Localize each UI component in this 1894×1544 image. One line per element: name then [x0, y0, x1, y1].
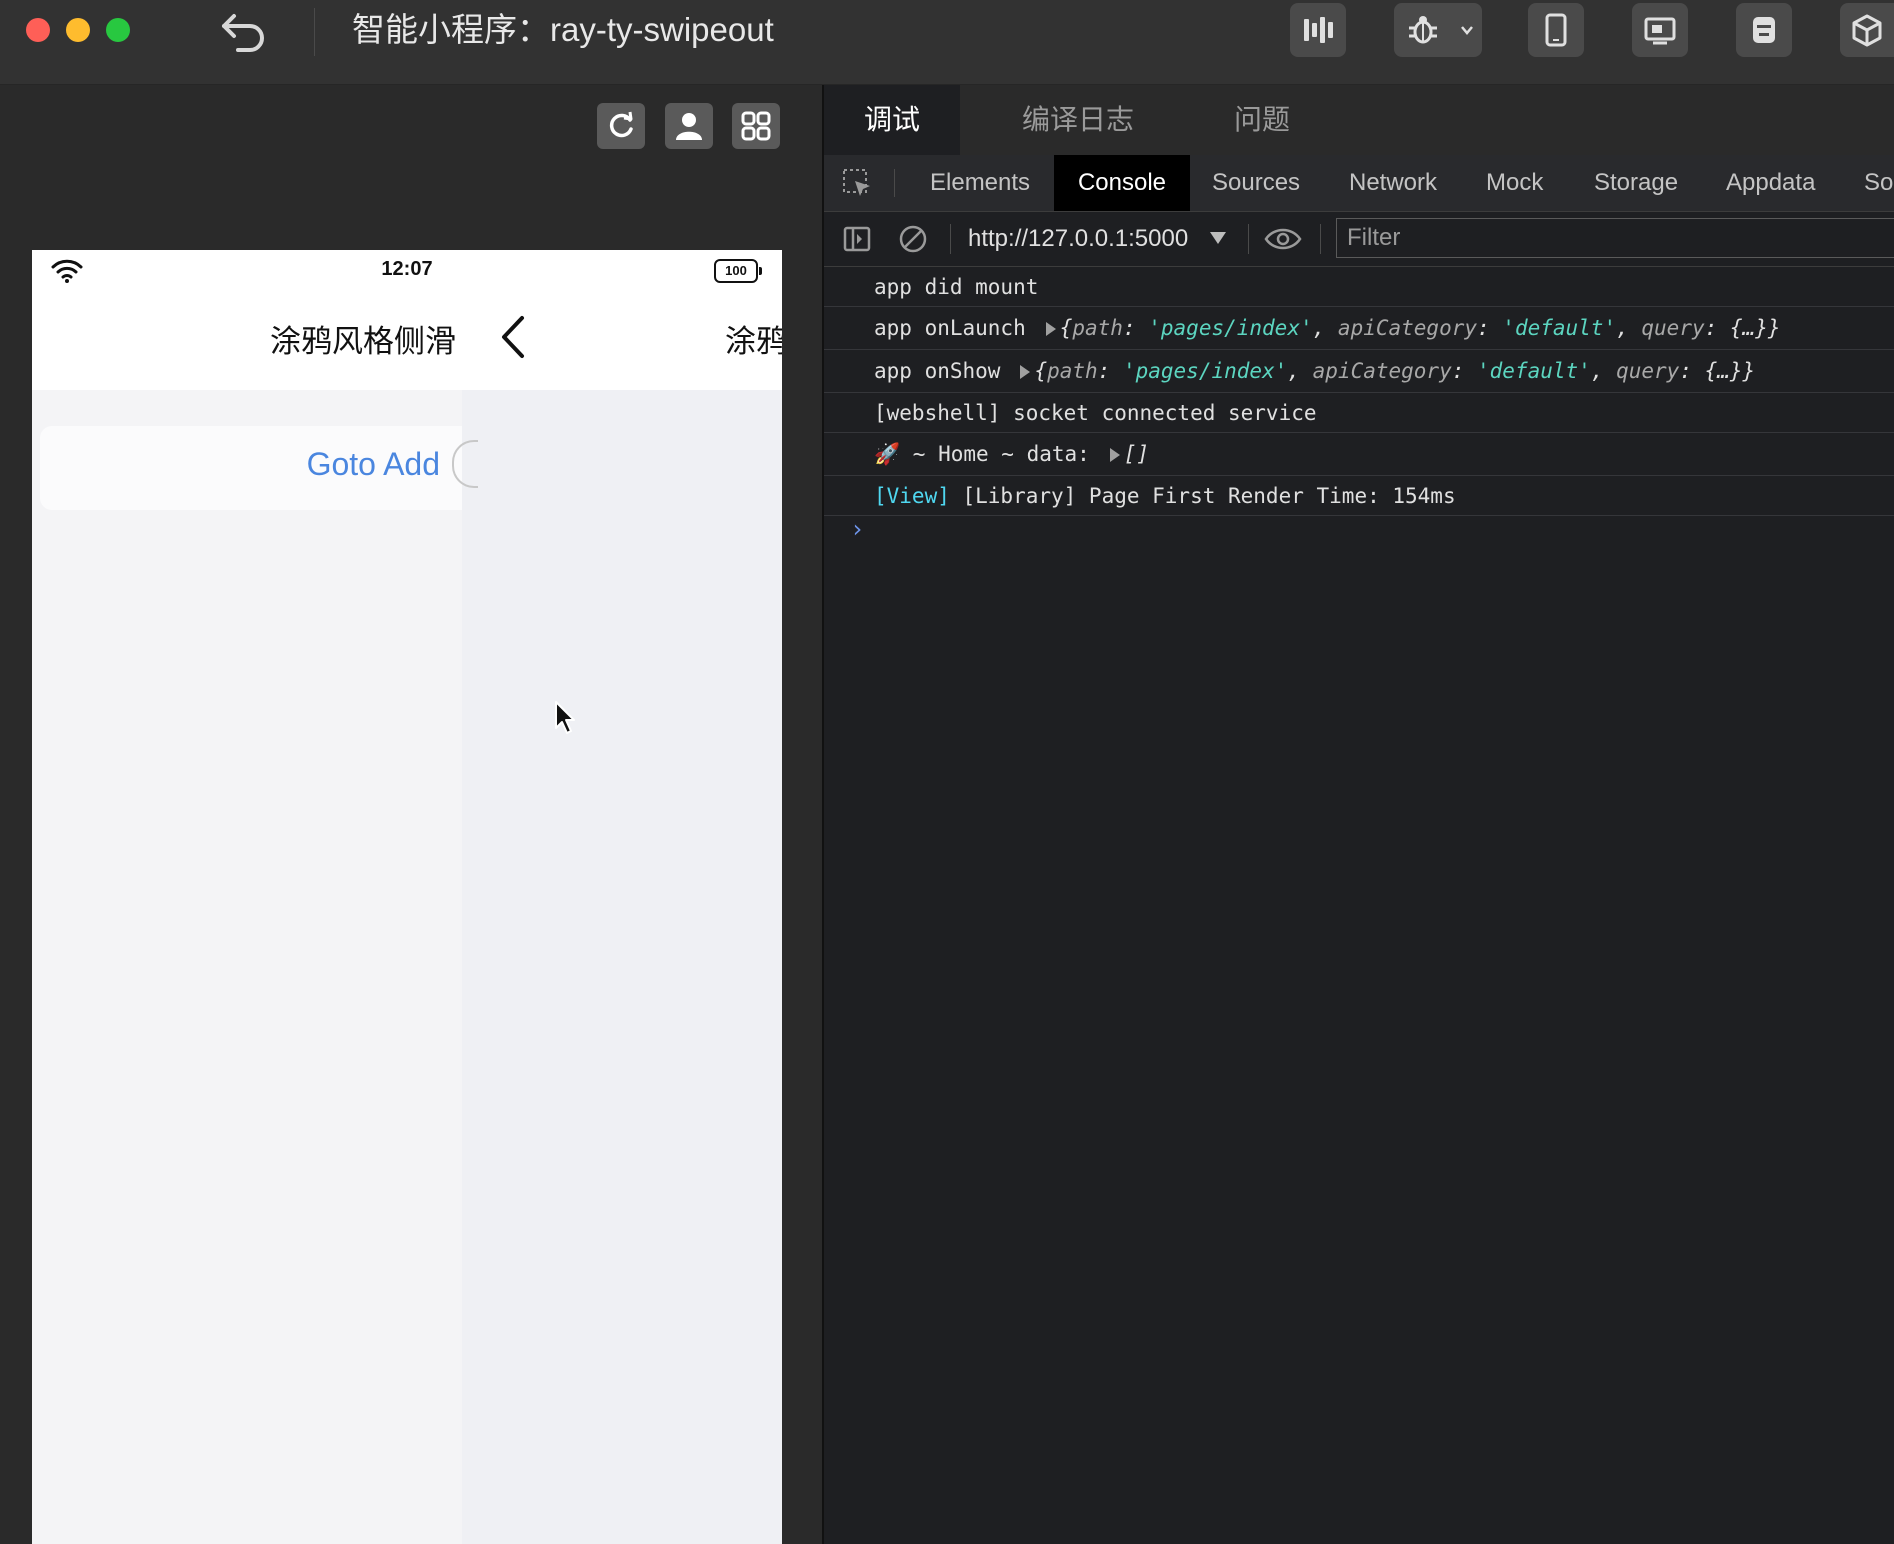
sidebar-toggle-icon[interactable]	[842, 224, 872, 254]
clear-console-icon[interactable]	[898, 224, 928, 254]
phone-screen: 12:07 100 涂鸦风格侧滑 涂鸦 Goto Add	[32, 250, 782, 1544]
log-tag: [View]	[874, 484, 950, 508]
swipeout-cell[interactable]: Goto Add	[40, 426, 462, 510]
robot-icon	[1753, 17, 1775, 43]
transition-page	[462, 390, 782, 1544]
expand-triangle-icon[interactable]	[1020, 365, 1031, 379]
zoom-window-button[interactable]	[106, 18, 130, 42]
status-bar: 12:07 100	[32, 250, 782, 292]
tab-problems[interactable]: 问题	[1234, 85, 1290, 155]
console-toolbar: http://127.0.0.1:5000	[824, 212, 1894, 267]
tab-console[interactable]: Console	[1054, 155, 1190, 211]
console-message: app did mount	[824, 267, 1894, 307]
console-message: 🚀 ~ Home ~ data: []	[824, 433, 1894, 476]
minimize-window-button[interactable]	[66, 18, 90, 42]
log-text: 🚀 ~ Home ~ data:	[874, 442, 1090, 466]
user-icon	[676, 113, 702, 140]
navigation-bar: 涂鸦风格侧滑 涂鸦	[32, 292, 782, 390]
page-title: 涂鸦风格侧滑	[270, 324, 456, 359]
preview-button[interactable]	[1632, 3, 1688, 57]
bug-icon	[1409, 16, 1437, 44]
log-text: app did mount	[874, 275, 1039, 299]
log-text: app onShow	[874, 359, 1001, 383]
account-button[interactable]	[665, 103, 713, 149]
console-message: [View] [Library] Page First Render Time:…	[824, 476, 1894, 516]
toolbar-separator	[950, 224, 951, 254]
battery-icon: 100	[714, 259, 762, 283]
page-content	[32, 390, 462, 1544]
context-dropdown-icon[interactable]	[1210, 232, 1226, 244]
tab-storage[interactable]: Storage	[1594, 155, 1678, 211]
grid-icon	[741, 111, 771, 141]
context-selector[interactable]: http://127.0.0.1:5000	[968, 212, 1188, 266]
back-chevron-icon[interactable]	[494, 310, 534, 364]
goto-add-button[interactable]: Goto Add	[307, 446, 440, 483]
inspect-element-icon[interactable]	[842, 168, 872, 198]
expand-triangle-icon[interactable]	[1109, 448, 1120, 462]
console-message: [webshell] socket connected service	[824, 393, 1894, 433]
cube-icon	[1852, 14, 1882, 47]
eye-icon[interactable]	[1264, 224, 1302, 254]
expand-triangle-icon[interactable]	[1045, 322, 1056, 336]
robot-button[interactable]	[1736, 3, 1792, 57]
sliders-icon	[1304, 17, 1333, 43]
tab-overflow[interactable]: So	[1864, 155, 1893, 211]
tab-mock[interactable]: Mock	[1486, 155, 1543, 211]
tab-elements[interactable]: Elements	[930, 155, 1030, 211]
devtools-panel-tabs: Elements Console Sources Network Mock St…	[824, 155, 1894, 212]
toolbar-separator	[1320, 224, 1321, 254]
console-message: app onShow {path: 'pages/index', apiCateg…	[824, 350, 1894, 393]
simulator-toggle-button[interactable]	[1528, 3, 1584, 57]
debug-dropdown-button[interactable]	[1452, 3, 1482, 57]
console-message: app onLaunch {path: 'pages/index', apiCat…	[824, 307, 1894, 350]
console-output: app did mount app onLaunch {path: 'pages/…	[824, 267, 1894, 516]
filter-input[interactable]	[1336, 218, 1894, 258]
tab-sources[interactable]: Sources	[1212, 155, 1300, 211]
devtools-panel: 调试 编译日志 问题 Elements Console Sources Netw…	[824, 85, 1894, 1544]
tab-compile-log[interactable]: 编译日志	[1022, 85, 1134, 155]
tab-debug[interactable]: 调试	[824, 85, 960, 155]
debug-top-tabs: 调试 编译日志 问题	[824, 85, 1894, 155]
mouse-pointer-icon	[555, 701, 575, 734]
debug-button[interactable]	[1394, 3, 1452, 57]
log-array[interactable]: []	[1124, 442, 1149, 466]
toolbar-separator	[1248, 224, 1249, 254]
title-bar: 智能小程序：ray-ty-swipeout	[0, 0, 1894, 85]
tab-appdata[interactable]: Appdata	[1726, 155, 1815, 211]
close-window-button[interactable]	[26, 18, 50, 42]
refresh-icon	[609, 111, 633, 138]
window-title: 智能小程序：ray-ty-swipeout	[352, 11, 774, 48]
title-separator	[314, 8, 315, 56]
log-text: app onLaunch	[874, 316, 1026, 340]
compile-mode-button[interactable]	[1290, 3, 1346, 57]
tab-separator	[894, 169, 895, 197]
back-button[interactable]	[218, 8, 270, 52]
undo-icon	[222, 14, 264, 52]
log-object[interactable]: {path: 'pages/index', apiCategory: 'defa…	[1034, 359, 1755, 383]
log-text: [webshell] socket connected service	[874, 401, 1317, 425]
reload-button[interactable]	[597, 103, 645, 149]
log-object[interactable]: {path: 'pages/index', apiCategory: 'defa…	[1060, 316, 1781, 340]
console-prompt[interactable]: ›	[850, 515, 864, 543]
status-time: 12:07	[381, 258, 433, 280]
grid-menu-button[interactable]	[732, 103, 780, 149]
log-text: [Library] Page First Render Time: 154ms	[949, 484, 1456, 508]
package-button[interactable]	[1840, 3, 1894, 57]
monitor-icon	[1644, 17, 1676, 45]
simulator-pane: 12:07 100 涂鸦风格侧滑 涂鸦 Goto Add	[0, 85, 822, 1544]
next-page-title: 涂鸦	[725, 324, 782, 359]
phone-icon	[1545, 13, 1567, 47]
tab-network[interactable]: Network	[1349, 155, 1437, 211]
chevron-down-icon	[1461, 26, 1473, 35]
